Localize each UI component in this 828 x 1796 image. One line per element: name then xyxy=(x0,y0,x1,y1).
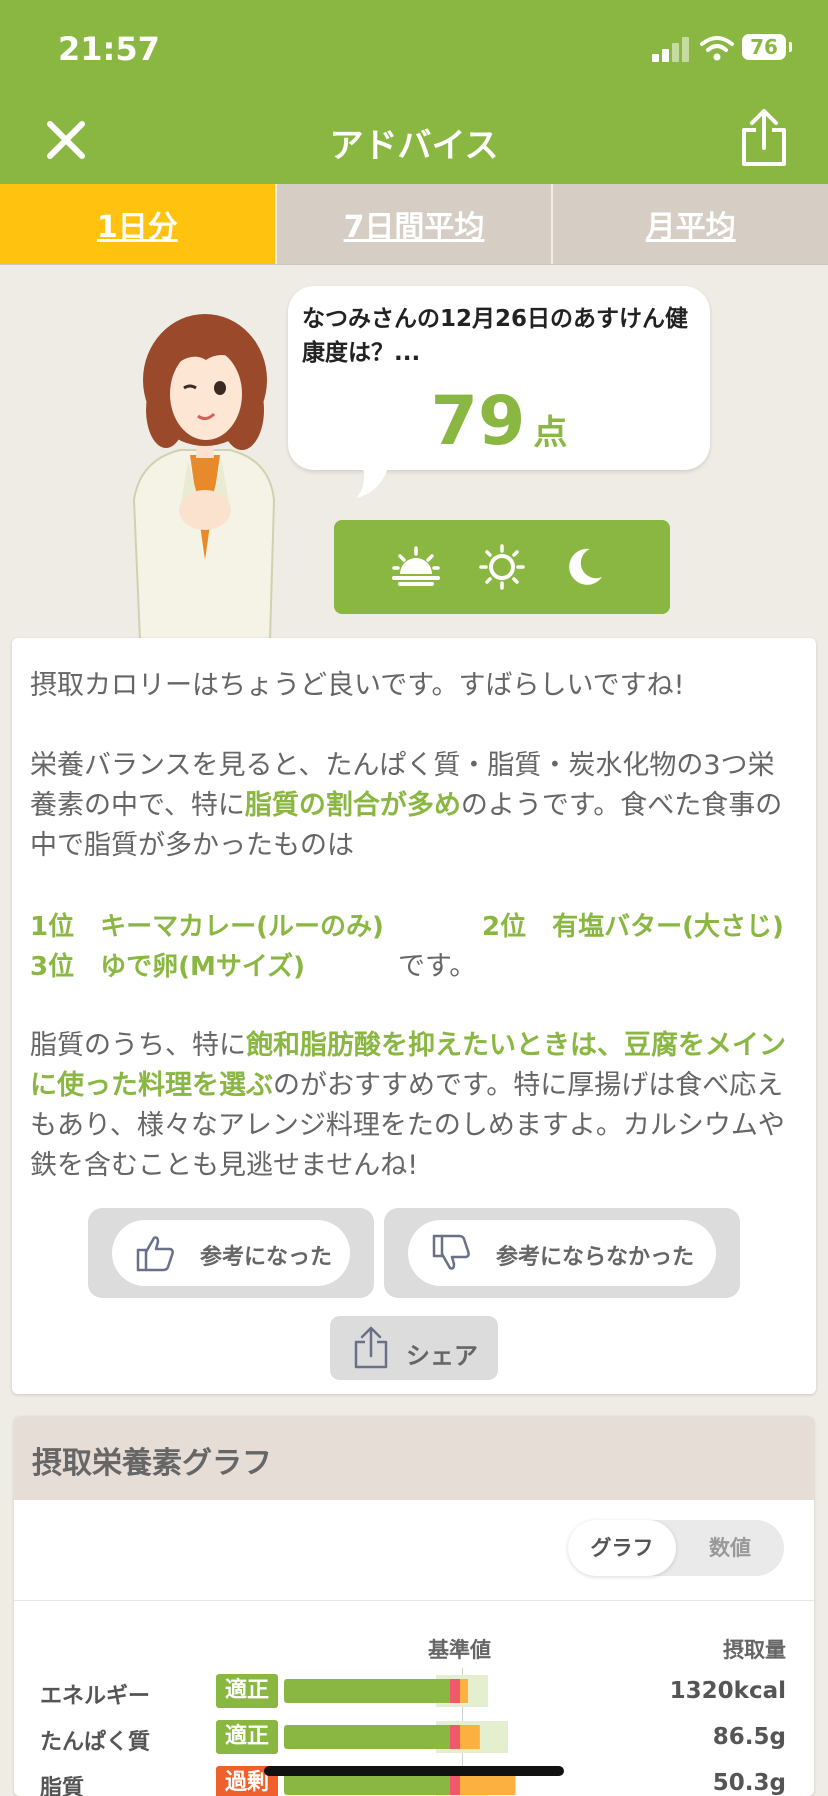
intake-bar-excess xyxy=(460,1725,480,1749)
status-time: 21:57 xyxy=(58,30,160,68)
home-indicator xyxy=(264,1766,564,1776)
nutrient-name: たんぱく質 xyxy=(40,1730,151,1755)
nutrient-row: たんぱく質 適正 86.5g xyxy=(14,1718,814,1758)
not-helpful-label: 参考にならなかった xyxy=(496,1245,695,1270)
nutrient-intake-value: 1320kcal xyxy=(669,1678,786,1704)
advice-balance-text: 栄養バランスを見ると、たんぱく質・脂質・炭水化物の3つ栄養素の中で、特に脂質の割… xyxy=(30,746,800,866)
intake-bar-excess xyxy=(460,1679,468,1703)
not-helpful-button[interactable]: 参考にならなかった xyxy=(408,1220,716,1286)
speech-bubble-tail xyxy=(356,462,390,498)
cellular-signal-icon xyxy=(652,36,692,62)
nutrient-bar xyxy=(284,1721,508,1753)
share-icon xyxy=(354,1326,388,1369)
fat-rank-suffix: です。 xyxy=(398,951,477,982)
fat-rank-3: 3位 ゆで卵(Mサイズ) xyxy=(30,952,305,982)
nutrient-bar xyxy=(284,1675,488,1707)
moon-icon[interactable] xyxy=(560,544,608,590)
health-score-question: なつみさんの12月26日のあすけん健康度は？... xyxy=(302,306,689,366)
fat-rank-2: 2位 有塩バター(大さじ) xyxy=(482,912,784,942)
meal-time-selector xyxy=(334,520,670,614)
intake-header: 摂取量 xyxy=(723,1638,786,1662)
nutrient-intake-value: 50.3g xyxy=(712,1770,786,1796)
intake-bar-marker xyxy=(450,1679,460,1703)
status-bar: 21:57 76 xyxy=(0,0,828,96)
intake-bar-fill xyxy=(284,1725,456,1749)
intake-bar-fill xyxy=(284,1679,455,1703)
period-tabs: 1日分 7日間平均 月平均 xyxy=(0,184,828,265)
nutrient-status-badge: 適正 xyxy=(216,1720,278,1754)
graph-divider xyxy=(14,1600,814,1601)
close-icon[interactable] xyxy=(44,118,88,162)
nutrient-graph-card: 摂取栄養素グラフ グラフ 数値 基準値 摂取量 エネルギー 適正 1320kcal た… xyxy=(14,1416,814,1796)
nutrient-intake-value: 86.5g xyxy=(712,1724,786,1750)
nutrient-name: エネルギー xyxy=(40,1684,151,1709)
nutrient-status-badge: 適正 xyxy=(216,1674,278,1708)
graph-title: 摂取栄養素グラフ xyxy=(32,1446,272,1481)
helpful-label: 参考になった xyxy=(200,1245,333,1270)
share-icon[interactable] xyxy=(738,108,790,168)
thumbs-down-icon xyxy=(432,1234,470,1270)
toggle-numeric[interactable]: 数値 xyxy=(676,1520,784,1576)
wifi-icon xyxy=(700,36,734,61)
tab-daily[interactable]: 1日分 xyxy=(0,184,275,264)
graph-header: 摂取栄養素グラフ xyxy=(14,1416,814,1500)
advice-suggestion-text: 脂質のうち、特に飽和脂肪酸を抑えたいときは、豆腐をメインに使った料理を選ぶのがお… xyxy=(30,1026,800,1186)
advice-calorie-text: 摂取カロリーはちょうど良いです。すばらしいですね! xyxy=(30,670,685,701)
not-helpful-button-frame: 参考にならなかった xyxy=(384,1208,740,1298)
nutrient-name: 脂質 xyxy=(40,1776,85,1796)
advice-suggestion-text-a: 脂質のうち、特に xyxy=(30,1030,246,1061)
sunrise-icon[interactable] xyxy=(392,544,440,590)
helpful-button[interactable]: 参考になった xyxy=(112,1220,350,1286)
advisor-character-illustration xyxy=(132,314,276,640)
health-score: 79 点 xyxy=(288,382,710,461)
battery-indicator: 76 xyxy=(742,34,792,60)
health-score-unit: 点 xyxy=(533,413,568,453)
tab-monthly-average[interactable]: 月平均 xyxy=(551,184,828,264)
fat-rank-1: 1位 キーマカレー(ルーのみ) xyxy=(30,912,384,942)
reference-value-header: 基準値 xyxy=(428,1638,491,1662)
nav-bar: アドバイス xyxy=(0,96,828,184)
speech-bubble: なつみさんの12月26日のあすけん健康度は？... 79 点 xyxy=(288,286,710,470)
page-title: アドバイス xyxy=(329,126,499,166)
graph-view-toggle: グラフ 数値 xyxy=(568,1520,784,1576)
tab-7day-average[interactable]: 7日間平均 xyxy=(274,184,552,264)
thumbs-up-icon xyxy=(136,1236,174,1272)
intake-bar-marker xyxy=(450,1725,460,1749)
helpful-button-frame: 参考になった xyxy=(88,1208,374,1298)
share-advice-button[interactable]: シェア xyxy=(330,1316,498,1380)
sun-icon[interactable] xyxy=(478,544,526,590)
nutrient-row: エネルギー 適正 1320kcal xyxy=(14,1672,814,1712)
health-score-value: 79 xyxy=(430,382,526,461)
toggle-graph[interactable]: グラフ xyxy=(568,1520,676,1576)
share-label: シェア xyxy=(406,1342,478,1370)
advice-balance-highlight: 脂質の割合が多め xyxy=(244,790,461,821)
